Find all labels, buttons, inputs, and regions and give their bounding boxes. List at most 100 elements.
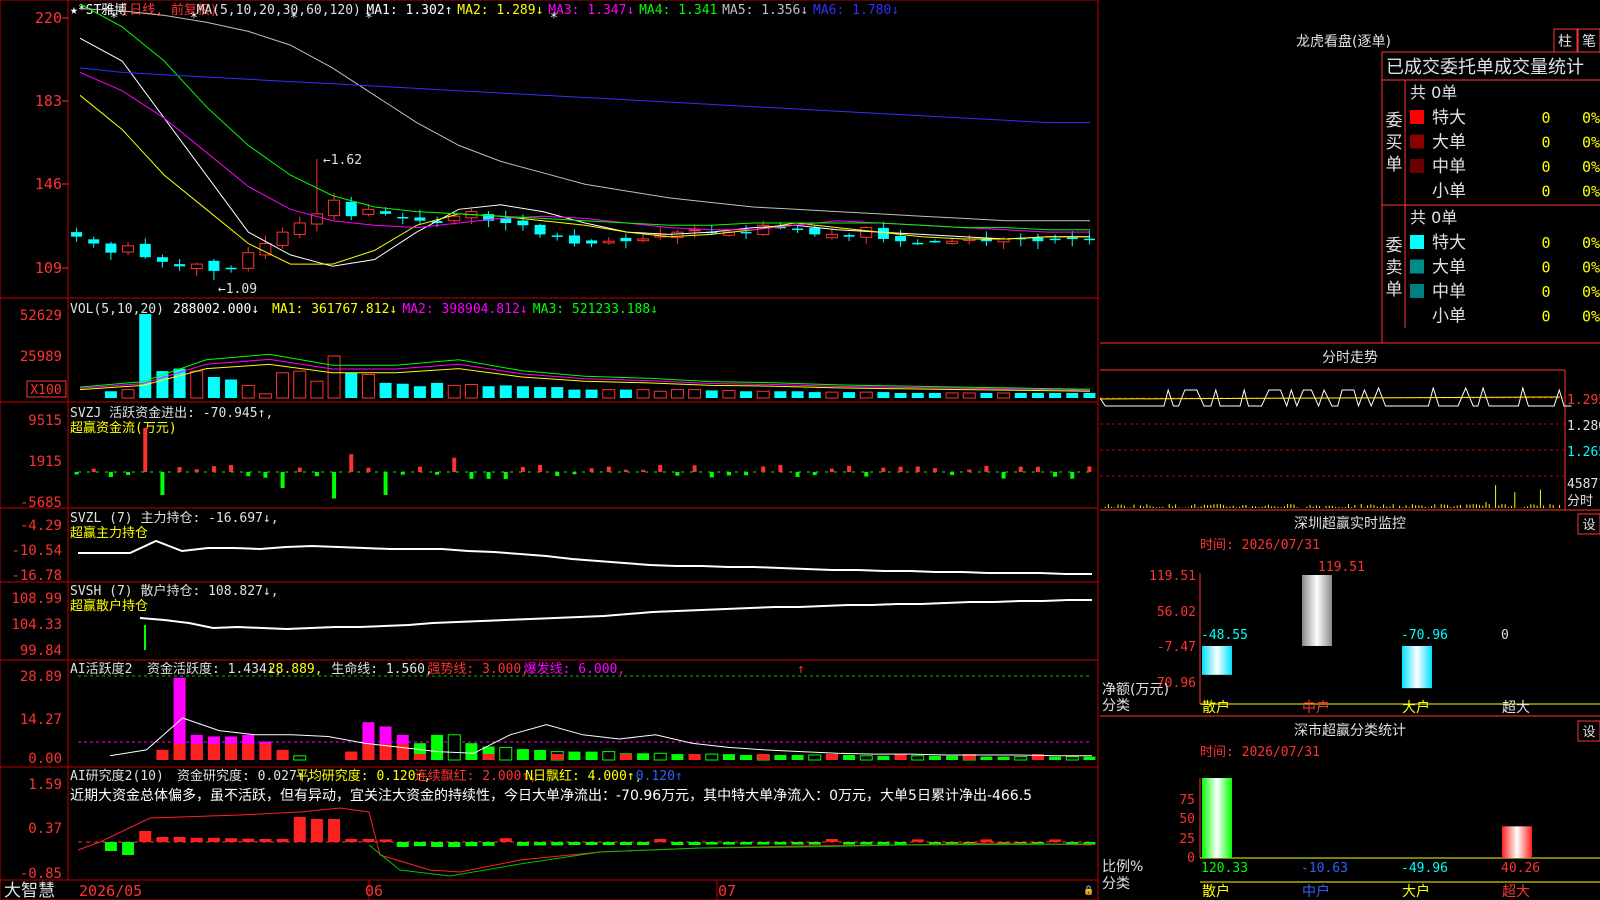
- candle-down: [345, 201, 357, 217]
- flow-bar-out: [864, 472, 869, 477]
- flow-bar-out: [126, 472, 131, 476]
- buy-side-label: 买: [1386, 133, 1403, 153]
- research-bar-up: [139, 831, 152, 842]
- ma-value-6: MA6: 1.780↓: [813, 3, 899, 18]
- sell-row-name: 中单: [1432, 282, 1466, 302]
- intraday-price-label: 1.265: [1567, 445, 1600, 460]
- sell-row-name: 特大: [1432, 233, 1466, 253]
- research-bar-down: [637, 842, 650, 845]
- buy-color-swatch: [1410, 134, 1424, 149]
- research-bar-up: [911, 839, 924, 842]
- active-bar-red: [688, 754, 701, 760]
- volume-bar-down: [482, 386, 495, 398]
- classify-value-label: -10.63: [1301, 861, 1348, 876]
- volume-bar-down: [225, 379, 238, 398]
- candle-up: [190, 263, 203, 270]
- research-bar-up: [207, 837, 220, 842]
- buy-row-name: 小单: [1432, 182, 1466, 202]
- monitor-value-label: 0: [1501, 628, 1509, 643]
- active-bar-base: [362, 744, 375, 760]
- classify-y-label: 0: [1187, 851, 1195, 866]
- y-axis-label: 146: [35, 175, 62, 193]
- active-bar-green: [980, 756, 993, 760]
- candle-up: [122, 245, 135, 253]
- active-bar-hollow: [859, 755, 873, 761]
- flow-bar-out: [675, 472, 680, 476]
- classify-y-label: 75: [1179, 793, 1195, 808]
- vol-ma-1: MA1: 361767.812↓: [272, 302, 397, 317]
- buy-side-label: 单: [1386, 155, 1403, 175]
- flow-bar-out: [469, 472, 474, 479]
- research-bar-up: [276, 839, 289, 842]
- flow-bar-out: [383, 472, 388, 495]
- flow-bar-in: [761, 466, 766, 472]
- research-bar-down: [705, 842, 718, 845]
- event-marker-icon: *: [365, 11, 373, 26]
- flow-bar-in: [452, 457, 457, 472]
- sell-row-count: 0: [1541, 259, 1550, 277]
- research-bar-up: [156, 837, 169, 842]
- vol-y-label: 52629: [20, 308, 62, 324]
- classify-unit: 比例%: [1102, 859, 1143, 875]
- svzj-title: SVZJ 活跃资金进出: -70.945↑,: [70, 405, 273, 421]
- active-bar-red: [619, 754, 632, 760]
- research-bar-down: [688, 842, 701, 845]
- monitor-title: 深圳超赢实时监控: [1294, 515, 1406, 532]
- volume-bar-up: [602, 389, 616, 399]
- volume-bar-up: [464, 384, 478, 399]
- buy-row-pct: 0%: [1582, 109, 1600, 127]
- candle-down: [397, 216, 409, 219]
- active-bar-hollow: [705, 753, 719, 761]
- ai-active-item-3: 生命线: 1.560,: [331, 661, 433, 677]
- candle-down: [517, 220, 529, 226]
- volume-bar-up: [653, 390, 667, 399]
- research-bar-up: [225, 838, 238, 842]
- flow-bar-out: [795, 472, 800, 477]
- flow-bar-in: [229, 464, 234, 472]
- buy-row-pct: 0%: [1582, 134, 1600, 152]
- candle-up: [362, 208, 375, 215]
- buy-color-swatch: [1410, 159, 1424, 173]
- flow-bar-out: [1001, 472, 1006, 479]
- volume-bar-down: [499, 385, 512, 398]
- lock-icon: 🔒: [1083, 885, 1094, 896]
- research-bar-down: [516, 842, 529, 846]
- volume-bar-down: [551, 387, 564, 398]
- classify-category-label: 大户: [1402, 883, 1430, 900]
- candle-up: [860, 227, 873, 238]
- sell-row-name: 大单: [1432, 258, 1466, 278]
- svzl-line: [78, 539, 1092, 575]
- volume-bar-up: [121, 389, 135, 399]
- active-bar-hollow: [1065, 756, 1079, 761]
- buy-row-name: 中单: [1432, 157, 1466, 177]
- candle-up: [688, 229, 701, 232]
- flow-bar-out: [314, 472, 319, 477]
- candle-up: [637, 238, 650, 242]
- active-bar-green: [465, 743, 478, 760]
- active-bar-base: [207, 744, 220, 760]
- flow-bar-in: [641, 469, 646, 472]
- active-bar-green: [877, 755, 890, 760]
- active-bar-green: [774, 754, 787, 760]
- volume-bar-up: [962, 392, 976, 399]
- buy-row-count: 0: [1541, 183, 1550, 201]
- tick-view-button-label: 笔: [1582, 34, 1596, 50]
- flow-bar-in: [194, 469, 199, 472]
- active-bar-green: [568, 751, 581, 760]
- candle-up: [242, 252, 255, 269]
- svzl-title: SVZL (7) 主力持仓: -16.697↓,: [70, 511, 279, 526]
- monitor-category-label: 大户: [1402, 699, 1430, 716]
- ai-research-item-2: 平均研究度: 0.120↑,: [296, 768, 431, 784]
- monitor-y-label: -7.47: [1157, 640, 1196, 655]
- vol-unit-label: X100: [30, 383, 61, 398]
- candle-down: [586, 240, 598, 244]
- sell-row-pct: 0%: [1582, 308, 1600, 326]
- active-bar-green: [946, 755, 959, 760]
- research-green-line: [368, 843, 1093, 877]
- svsh-subtitle: 超赢散户持仓: [70, 598, 148, 614]
- active-bar-hollow: [447, 734, 461, 761]
- monitor-category-label: 超大: [1502, 700, 1530, 716]
- ai-research-y-label: 0.37: [28, 821, 62, 837]
- flow-bar-out: [332, 472, 337, 499]
- flow-bar-out: [486, 472, 491, 479]
